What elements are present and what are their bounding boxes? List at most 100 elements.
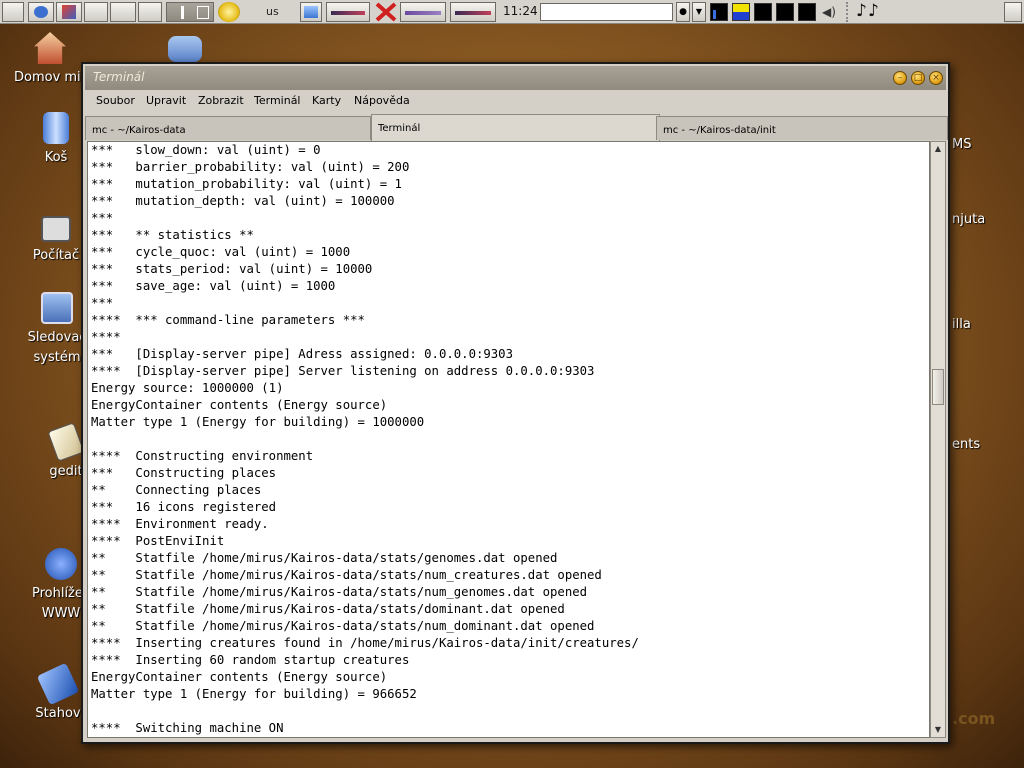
desktop-label-partial: ents bbox=[952, 437, 981, 452]
terminal-line: *** bbox=[91, 296, 114, 310]
terminal-line: EnergyContainer contents (Energy source) bbox=[91, 670, 388, 684]
home-icon bbox=[34, 32, 66, 64]
window-list-icon[interactable] bbox=[1004, 2, 1022, 22]
gimp-icon[interactable] bbox=[218, 2, 240, 22]
terminal-line: *** slow_down: val (uint) = 0 bbox=[91, 143, 321, 157]
tab-label: mc - ~/Kairos-data bbox=[92, 125, 186, 136]
maximize-button[interactable]: □ bbox=[911, 71, 925, 85]
terminal-line: Matter type 1 (Energy for building) = 96… bbox=[91, 687, 417, 701]
menu-terminal[interactable]: Terminál bbox=[254, 94, 301, 107]
volume-icon[interactable]: ◀) bbox=[822, 2, 836, 22]
terminal-line: Matter type 1 (Energy for building) = 10… bbox=[91, 415, 425, 429]
terminal-line: *** mutation_probability: val (uint) = 1 bbox=[91, 177, 402, 191]
window-icon[interactable] bbox=[84, 2, 108, 22]
keyboard-layout-indicator[interactable]: us bbox=[266, 5, 279, 18]
menu-tabs[interactable]: Karty bbox=[312, 94, 341, 107]
terminal-text: *** slow_down: val (uint) = 0 *** barrier… bbox=[88, 142, 929, 737]
load-monitor-icon bbox=[450, 2, 496, 22]
terminal-line: *** bbox=[91, 211, 114, 225]
load-graph-icon bbox=[798, 3, 816, 21]
top-panel: us 11:24 ● ▼ ◀) ♪ ♪ bbox=[0, 0, 1024, 24]
minimize-button[interactable]: – bbox=[893, 71, 907, 85]
tab-label: Terminál bbox=[378, 123, 421, 134]
terminal-line: ** Statfile /home/mirus/Kairos-data/stat… bbox=[91, 602, 565, 616]
dot-icon[interactable]: ● bbox=[676, 2, 690, 22]
scroll-down-arrow-icon[interactable]: ▼ bbox=[932, 724, 944, 736]
desktop-icon-download[interactable]: Stahov bbox=[28, 662, 88, 724]
terminal-line: Energy source: 1000000 (1) bbox=[91, 381, 284, 395]
pager-icon[interactable] bbox=[166, 2, 214, 22]
scrollbar-thumb[interactable] bbox=[932, 369, 944, 405]
note-icon[interactable]: ♪ bbox=[856, 1, 867, 21]
desktop-label-partial: njuta bbox=[952, 212, 986, 227]
tab-terminal[interactable]: Terminál bbox=[371, 114, 660, 141]
terminal-line: EnergyContainer contents (Energy source) bbox=[91, 398, 388, 412]
desktop-icon-label: Domov mir bbox=[13, 70, 87, 85]
memory-graph-icon bbox=[732, 3, 750, 21]
menu-bar: Soubor Upravit Zobrazit Terminál Karty N… bbox=[85, 90, 946, 112]
window-icon[interactable] bbox=[138, 2, 162, 22]
window-icon[interactable] bbox=[110, 2, 136, 22]
terminal-line: ** Statfile /home/mirus/Kairos-data/stat… bbox=[91, 551, 558, 565]
terminal-line: *** mutation_depth: val (uint) = 100000 bbox=[91, 194, 395, 208]
desktop-label-partial: MS bbox=[952, 137, 972, 152]
terminal-line: ** Connecting places bbox=[91, 483, 262, 497]
chevron-down-icon[interactable]: ▼ bbox=[692, 2, 706, 22]
terminal-line: *** ** statistics ** bbox=[91, 228, 254, 242]
footprint-icon bbox=[45, 548, 77, 580]
browser-icon[interactable] bbox=[28, 2, 54, 22]
download-icon bbox=[36, 662, 80, 706]
terminal-line: *** save_age: val (uint) = 1000 bbox=[91, 279, 336, 293]
trash-icon bbox=[43, 112, 69, 144]
desktop-icon-label: Počítač bbox=[32, 248, 80, 263]
terminal-line: *** stats_period: val (uint) = 10000 bbox=[91, 262, 373, 276]
close-x-icon[interactable] bbox=[374, 2, 398, 22]
terminal-line: ** Statfile /home/mirus/Kairos-data/stat… bbox=[91, 585, 588, 599]
close-button[interactable]: × bbox=[929, 71, 943, 85]
tab-mc-kairos-data[interactable]: mc - ~/Kairos-data bbox=[85, 116, 371, 140]
terminal-line: ** Statfile /home/mirus/Kairos-data/stat… bbox=[91, 568, 602, 582]
terminal-line: *** Constructing places bbox=[91, 466, 277, 480]
terminal-line: **** bbox=[91, 330, 121, 344]
desktop-icon-computer[interactable]: Počítač bbox=[26, 216, 86, 266]
desktop-label-partial: illa bbox=[952, 317, 971, 332]
show-desktop-icon[interactable] bbox=[2, 2, 24, 22]
desktop-icon-label: Stahov bbox=[35, 706, 81, 721]
command-line-input[interactable] bbox=[540, 3, 673, 21]
terminal-line: *** [Display-server pipe] Adress assigne… bbox=[91, 347, 513, 361]
menu-edit[interactable]: Upravit bbox=[146, 94, 186, 107]
swap-graph-icon bbox=[776, 3, 794, 21]
terminal-line: **** Inserting creatures found in /home/… bbox=[91, 636, 639, 650]
net-graph-icon bbox=[754, 3, 772, 21]
desktop-icon-trash[interactable]: Koš bbox=[26, 112, 86, 168]
mem-monitor-icon bbox=[400, 2, 446, 22]
scroll-up-arrow-icon[interactable]: ▲ bbox=[932, 143, 944, 155]
vertical-scrollbar[interactable]: ▲ ▼ bbox=[930, 141, 946, 738]
title-bar[interactable]: Terminál – □ × bbox=[85, 66, 946, 90]
menu-file[interactable]: Soubor bbox=[96, 94, 135, 107]
menu-view[interactable]: Zobrazit bbox=[198, 94, 244, 107]
network-icon[interactable] bbox=[300, 2, 322, 22]
network-icon[interactable] bbox=[168, 36, 202, 62]
desktop-icon-label: Koš bbox=[44, 150, 68, 165]
cpu-monitor-icon bbox=[326, 2, 370, 22]
note-icon[interactable]: ♪ bbox=[868, 1, 879, 21]
terminal-line: **** Environment ready. bbox=[91, 517, 269, 531]
tab-label: mc - ~/Kairos-data/init bbox=[663, 125, 776, 136]
terminal-line: **** Inserting 60 random startup creatur… bbox=[91, 653, 410, 667]
desktop-icon-home[interactable]: Domov mir bbox=[10, 32, 90, 88]
watermark-text: .com bbox=[952, 709, 996, 728]
menu-help[interactable]: Nápověda bbox=[354, 94, 410, 107]
terminal-line: **** *** command-line parameters *** bbox=[91, 313, 365, 327]
tab-mc-kairos-data-init[interactable]: mc - ~/Kairos-data/init bbox=[656, 116, 948, 140]
terminal-line: **** Constructing environment bbox=[91, 449, 314, 463]
computer-icon bbox=[41, 216, 71, 242]
terminal-output[interactable]: *** slow_down: val (uint) = 0 *** barrier… bbox=[87, 141, 930, 738]
terminal-line: ** Statfile /home/mirus/Kairos-data/stat… bbox=[91, 619, 595, 633]
editor-icon[interactable] bbox=[56, 2, 82, 22]
panel-separator bbox=[846, 2, 850, 22]
clock[interactable]: 11:24 bbox=[503, 4, 538, 18]
terminal-line: **** PostEnviInit bbox=[91, 534, 225, 548]
